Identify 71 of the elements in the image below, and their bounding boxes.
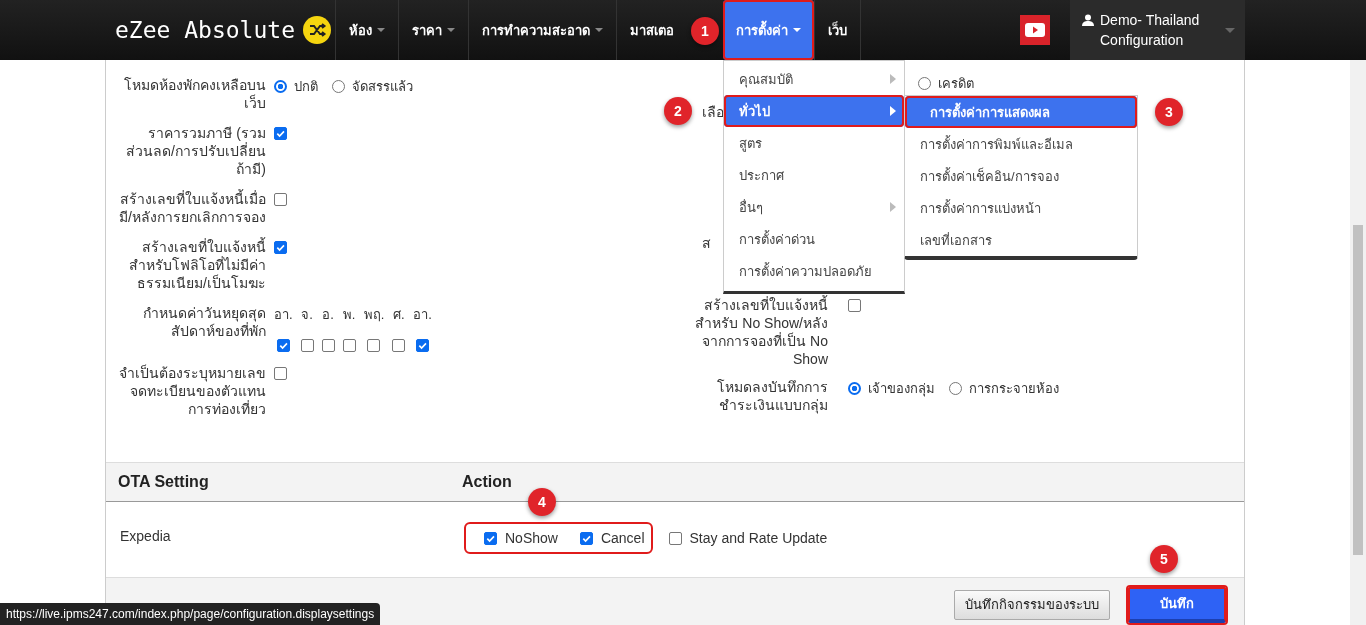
nav-menu-item[interactable]: การทำความสะอาด [469,0,616,60]
radio-option[interactable]: เจ้าของกลุ่ม [848,378,935,399]
radio-option[interactable]: จัดสรรแล้ว [332,76,413,97]
checkbox-option[interactable]: Cancel [579,530,645,546]
column-header: OTA Setting [117,473,210,491]
nav-menu-item[interactable]: การตั้งค่า [723,0,814,60]
checkbox[interactable] [416,339,430,352]
save-button[interactable]: บันทึก [1128,586,1226,623]
radio-option[interactable]: การกระจายห้อง [949,378,1059,399]
menu-item[interactable]: คุณสมบัติ [724,63,904,95]
user-name: Demo- Thailand Configuration [1100,11,1201,50]
checkbox[interactable] [848,298,861,312]
nav-menu-item[interactable]: ราคา [399,0,468,60]
app-logo[interactable]: eZee Absolute [115,17,295,43]
submenu-item[interactable]: การตั้งค่าการแบ่งหน้า [905,192,1137,224]
status-url: https://live.ipms247.com/index.php/page/configuration.displaysettings [0,603,381,625]
menu-item[interactable]: การตั้งค่าด่วน [724,223,904,255]
menu-item[interactable]: อื่นๆ [724,191,904,223]
weekday-label: อา. [413,306,432,324]
field-label: ส [702,234,711,252]
checkbox[interactable] [300,339,314,352]
submenu-item[interactable]: การตั้งค่าการพิมพ์และอีเมล [905,128,1137,160]
field-label: สร้างเลขที่ใบแจ้งหนี้สำหรับโฟลิโอที่ไม่มีค่าธรรมเนียม/เป็นโมฆะ [128,238,266,292]
checkbox[interactable] [274,366,287,380]
checkbox-option[interactable]: Stay and Rate Update [668,530,828,546]
caret-icon [1225,27,1235,33]
menu-item[interactable]: สูตร [724,127,904,159]
menu-item[interactable]: ทั่วไป [724,95,904,127]
weekday-label: อ. [322,306,334,324]
checkbox[interactable] [276,339,290,352]
user-icon [1082,14,1094,26]
field-label: สร้างเลขที่ใบแจ้งหนี้สำหรับ No Show/หลังจากการจองที่เป็น No Show [694,296,828,368]
field-label: ราคารวมภาษี (รวมส่วนลด/การปรับเปลี่ยนถ้ามี) [125,124,266,178]
menu-item[interactable]: ประกาศ [724,159,904,191]
checkbox[interactable] [367,339,381,352]
shuffle-icon[interactable] [303,16,331,44]
scrollbar[interactable] [1350,60,1366,625]
field-label: สร้างเลขที่ใบแจ้งหนี้เมื่อมี/หลังการยกเลิกการจอง [118,190,266,226]
weekday-label: พฤ. [363,306,385,324]
column-header: Action [462,473,512,491]
field-label: โหมดห้องพักคงเหลือบนเว็บ [123,76,266,112]
field-label: กำหนดค่าวันหยุดสุดสัปดาห์ของที่พัก [142,304,266,340]
video-play-icon[interactable] [1020,15,1050,45]
step-badge: 1 [691,17,719,45]
checkbox[interactable] [392,339,406,352]
step-badge: 4 [528,488,556,516]
checkbox[interactable] [274,192,287,206]
nav-menu-item[interactable]: ห้อง [336,0,398,60]
user-menu[interactable]: Demo- Thailand Configuration [1070,0,1245,60]
checkbox[interactable] [274,126,287,140]
field-label: เลือ [702,103,724,121]
activity-log-button[interactable]: บันทึกกิจกรรมของระบบ [954,589,1110,620]
weekday-label: พ. [342,306,356,324]
checkbox-option[interactable]: NoShow [484,530,558,546]
nav-menu-item[interactable]: มาสเตอ [617,0,687,60]
field-label: จำเป็นต้องระบุหมายเลขจดทะเบียนของตัวแทนการท่องเที่ยว [118,364,266,418]
menu-item[interactable]: การตั้งค่าความปลอดภัย [724,255,904,287]
nav-menu-item[interactable]: เว็บ [815,0,860,60]
submenu-item[interactable]: การตั้งค่าการแสดงผล [905,96,1137,128]
checkbox[interactable] [321,339,335,352]
weekday-label: ศ. [392,306,405,324]
submenu-item[interactable]: การตั้งค่าเช็คอิน/การจอง [905,160,1137,192]
radio-option[interactable]: ปกติ [274,76,318,97]
channel-name: Expedia [119,528,172,544]
checkbox[interactable] [342,339,356,352]
weekday-label: จ. [301,306,313,324]
radio-option[interactable]: เครดิต [918,73,974,94]
checkbox[interactable] [274,240,287,254]
submenu-item[interactable]: เลขที่เอกสาร [905,224,1137,256]
weekday-label: อา. [274,306,293,324]
field-label: โหมดลงบันทึกการชำระเงินแบบกลุ่ม [716,378,828,414]
